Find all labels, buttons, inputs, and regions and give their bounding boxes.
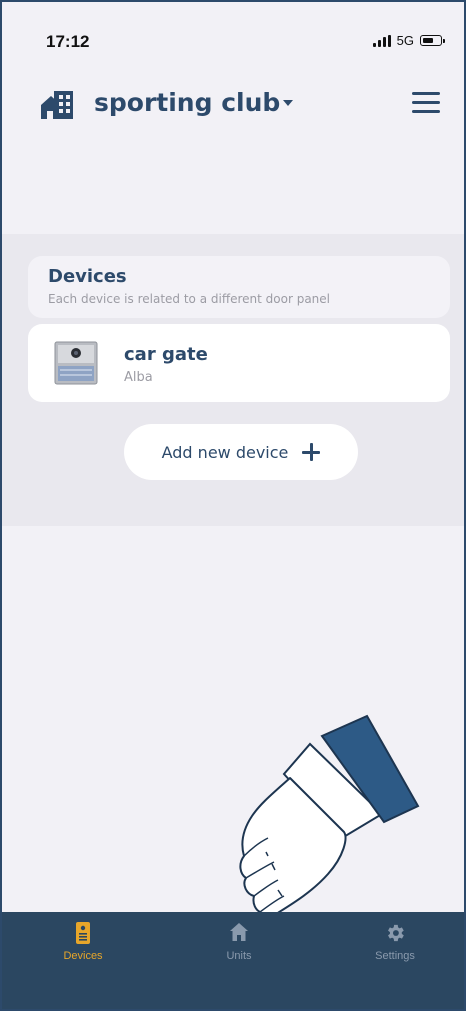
building-icon [41,91,73,119]
add-new-device-label: Add new device [161,442,289,462]
door-panel-icon [76,922,90,944]
status-time: 17:12 [46,32,90,51]
tab-devices-label: Devices [63,950,103,962]
door-panel-image [54,341,98,385]
status-bar: 17:12 5G [2,2,464,74]
gear-icon [388,924,404,942]
app-screen: 17:12 5G sporting club Devices Each devi… [0,0,466,1011]
device-list-item[interactable]: car gate Alba [28,324,450,402]
device-model: Alba [124,370,153,385]
add-new-device-button[interactable]: Add new device [124,424,358,480]
devices-section: Devices Each device is related to a diff… [2,234,464,526]
device-name: car gate [124,344,208,365]
tab-settings[interactable]: Settings [320,912,464,980]
home-icon [230,923,248,941]
header: sporting club [2,82,464,132]
signal-icon [372,34,391,47]
tab-units-label: Units [226,950,252,962]
site-selector-title[interactable]: sporting club [94,88,280,117]
bottom-tab-bar: Devices Units Settings [2,912,464,1009]
pointing-hand-icon [239,714,420,925]
tab-devices[interactable]: Devices [8,912,158,980]
devices-section-title: Devices [48,266,127,287]
menu-icon[interactable] [412,92,440,114]
devices-section-subtitle: Each device is related to a different do… [48,292,330,306]
tab-settings-label: Settings [375,950,415,962]
battery-icon [420,35,445,46]
caret-down-icon[interactable] [282,99,294,107]
plus-icon [302,443,321,461]
devices-section-header: Devices Each device is related to a diff… [28,256,450,318]
network-label: 5G [396,33,414,48]
tab-units[interactable]: Units [164,912,314,980]
status-indicators: 5G [372,33,445,48]
